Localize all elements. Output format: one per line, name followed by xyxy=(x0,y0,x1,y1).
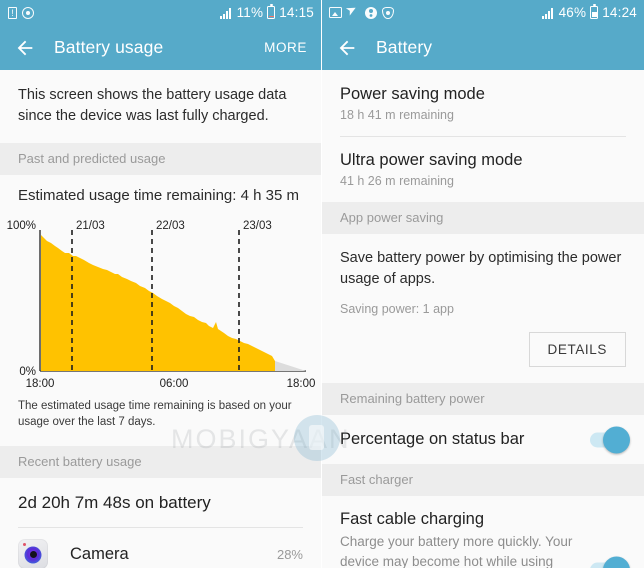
app-power-saving-description: Save battery power by optimising the pow… xyxy=(340,250,622,288)
x-tick-3: 18:00 xyxy=(287,378,316,390)
signal-bars-icon xyxy=(541,7,556,19)
section-recent-battery-usage: Recent battery usage xyxy=(0,446,321,479)
battery-usage-screen: 11% 14:15 Battery usage MORE This screen… xyxy=(0,0,322,568)
chart-area-series xyxy=(41,235,306,372)
section-remaining-battery-power: Remaining battery power xyxy=(322,383,644,416)
y-tick-100: 100% xyxy=(7,220,36,232)
section-fast-charger: Fast charger xyxy=(322,464,644,497)
status-bar-left-icons xyxy=(7,6,34,19)
status-bar-left: 11% 14:15 xyxy=(0,0,321,25)
app-bar-left: Battery usage MORE xyxy=(0,25,321,70)
row-fast-cable-charging[interactable]: Fast cable charging Charge your battery … xyxy=(322,496,644,568)
status-bar-left-icons xyxy=(329,6,394,19)
rocket-icon xyxy=(347,6,360,19)
location-target-icon xyxy=(22,6,34,19)
fast-cable-description: Charge your battery more quickly. Your d… xyxy=(340,534,573,568)
battery-icon xyxy=(590,4,599,19)
person-blocked-icon xyxy=(365,6,377,19)
row-subtitle: 41 h 26 m remaining xyxy=(340,174,454,188)
app-name-label: Camera xyxy=(70,544,129,563)
row-power-saving-mode[interactable]: Power saving mode 18 h 41 m remaining xyxy=(322,70,644,136)
battery-settings-screen: 46% 14:24 Battery Power saving mode 18 h… xyxy=(322,0,644,568)
battery-usage-chart: 21/03 22/03 23/03 100% 0% 18:00 06:00 18… xyxy=(0,210,321,390)
app-percent-label: 28% xyxy=(276,546,303,562)
day-marker-label-2: 22/03 xyxy=(156,220,185,232)
clock-label: 14:24 xyxy=(602,5,637,20)
dual-screenshot: 11% 14:15 Battery usage MORE This screen… xyxy=(0,0,644,568)
battery-percent-label: 46% xyxy=(558,5,587,20)
battery-usage-chart-svg: 21/03 22/03 23/03 100% 0% 18:00 06:00 18… xyxy=(7,220,316,390)
battery-low-icon xyxy=(267,4,276,19)
page-title: Battery xyxy=(376,37,433,57)
day-marker-label-3: 23/03 xyxy=(243,220,272,232)
day-marker-label-1: 21/03 xyxy=(76,220,105,232)
battery-alert-icon xyxy=(8,6,17,19)
row-title: Power saving mode xyxy=(340,85,485,103)
x-tick-1: 18:00 xyxy=(26,378,55,390)
back-arrow-icon[interactable] xyxy=(14,37,36,59)
status-bar-right: 46% 14:24 xyxy=(322,0,644,25)
row-title: Fast cable charging xyxy=(340,510,484,529)
details-button[interactable]: DETAILS xyxy=(528,332,626,368)
chart-y-ticks: 100% 0% xyxy=(7,220,36,378)
back-arrow-icon[interactable] xyxy=(336,37,358,59)
details-button-wrap: DETAILS xyxy=(322,326,644,383)
estimated-usage-label: Estimated usage time remaining: 4 h 35 m xyxy=(18,187,299,205)
percentage-on-status-bar-toggle[interactable] xyxy=(590,426,630,454)
row-title: Percentage on status bar xyxy=(340,430,525,449)
row-title: Ultra power saving mode xyxy=(340,151,523,169)
usage-chart-section: Estimated usage time remaining: 4 h 35 m xyxy=(0,175,321,446)
chart-footnote: The estimated usage time remaining is ba… xyxy=(18,400,292,429)
x-tick-2: 06:00 xyxy=(160,378,189,390)
camera-app-icon xyxy=(18,539,48,568)
list-item[interactable]: Camera 28% xyxy=(0,528,321,568)
chart-x-ticks: 18:00 06:00 18:00 xyxy=(26,378,316,390)
fast-cable-charging-toggle[interactable] xyxy=(590,556,630,568)
app-bar-right: Battery xyxy=(322,25,644,70)
saving-power-label: Saving power: 1 app xyxy=(340,302,454,317)
row-percentage-on-status-bar[interactable]: Percentage on status bar xyxy=(322,415,644,464)
screen-description: This screen shows the battery usage data… xyxy=(18,87,287,125)
clock-label: 14:15 xyxy=(279,5,314,20)
page-title: Battery usage xyxy=(54,37,164,57)
signal-bars-icon xyxy=(219,7,234,19)
row-subtitle: 18 h 41 m remaining xyxy=(340,108,454,122)
section-past-predicted-usage: Past and predicted usage xyxy=(0,143,321,176)
on-battery-duration: 2d 20h 7m 48s on battery xyxy=(18,493,211,513)
row-ultra-power-saving-mode[interactable]: Ultra power saving mode 41 h 26 m remain… xyxy=(322,137,644,202)
app-power-saving-body-row: Save battery power by optimising the pow… xyxy=(322,234,644,326)
status-bar-right-icons: 11% 14:15 xyxy=(219,4,314,20)
shield-icon xyxy=(382,6,394,19)
image-icon xyxy=(329,7,342,18)
more-button[interactable]: MORE xyxy=(264,40,307,55)
section-app-power-saving: App power saving xyxy=(322,202,644,234)
battery-percent-label: 11% xyxy=(236,5,264,20)
y-tick-0: 0% xyxy=(19,366,36,378)
status-bar-right-icons: 46% 14:24 xyxy=(541,4,637,20)
